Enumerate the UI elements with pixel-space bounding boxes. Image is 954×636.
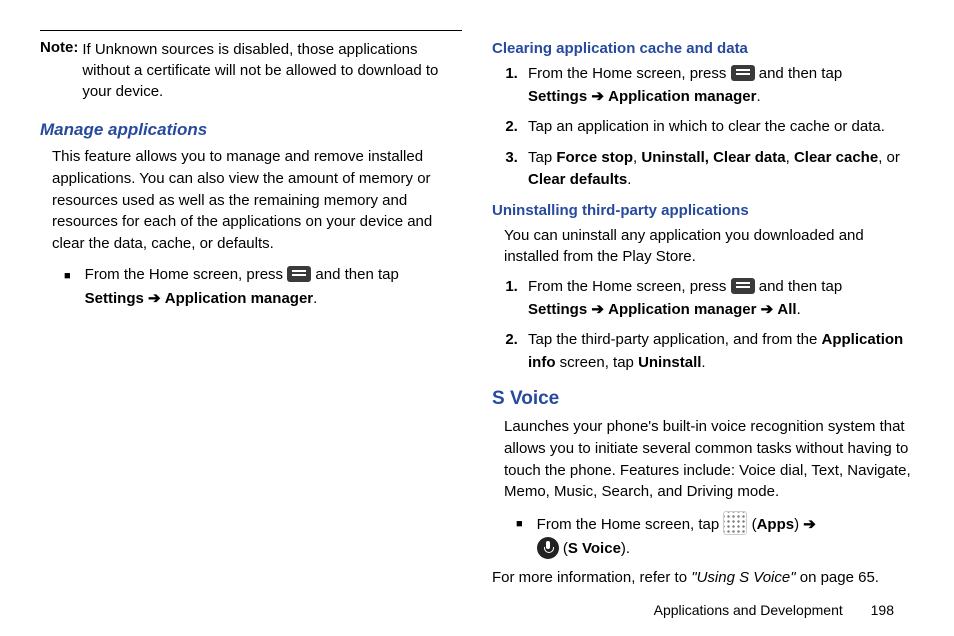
clear-step-3: Tap Force stop, Uninstall, Clear data, C… (522, 147, 914, 192)
page-number: 198 (871, 602, 894, 618)
right-column: Clearing application cache and data From… (492, 30, 914, 597)
menu-icon (287, 266, 311, 282)
mic-icon (537, 537, 559, 559)
clear-steps-list: From the Home screen, press and then tap… (522, 63, 914, 192)
page-footer: Applications and Development 198 (654, 602, 894, 618)
manage-step-bullet: ■ From the Home screen, press and then t… (64, 263, 462, 311)
menu-icon (731, 278, 755, 294)
heading-uninstall-third-party: Uninstalling third-party applications (492, 202, 914, 219)
left-column: Note: If Unknown sources is disabled, th… (40, 30, 462, 597)
note-label: Note: (40, 39, 78, 102)
manage-intro: This feature allows you to manage and re… (52, 146, 462, 255)
clear-step-2: Tap an application in which to clear the… (522, 116, 914, 139)
heading-s-voice: S Voice (492, 388, 914, 410)
uninstall-steps-list: From the Home screen, press and then tap… (522, 276, 914, 374)
divider (40, 30, 462, 31)
note-text: If Unknown sources is disabled, those ap… (82, 39, 462, 102)
bullet-icon: ■ (64, 268, 71, 286)
uninstall-step-2: Tap the third-party application, and fro… (522, 329, 914, 374)
heading-clearing-cache: Clearing application cache and data (492, 40, 914, 57)
more-info: For more information, refer to "Using S … (492, 567, 914, 589)
clear-step-1: From the Home screen, press and then tap… (522, 63, 914, 108)
bullet-icon: ■ (516, 516, 523, 534)
uninstall-step-1: From the Home screen, press and then tap… (522, 276, 914, 321)
apps-icon (723, 511, 747, 535)
heading-manage-applications: Manage applications (40, 120, 462, 140)
svoice-bullet: ■ From the Home screen, tap (Apps) ➔ (S … (516, 511, 914, 561)
footer-section: Applications and Development (654, 602, 843, 618)
uninstall-intro: You can uninstall any application you do… (504, 225, 914, 269)
svoice-intro: Launches your phone's built-in voice rec… (504, 416, 914, 503)
menu-icon (731, 65, 755, 81)
note-block: Note: If Unknown sources is disabled, th… (40, 39, 462, 102)
svoice-bullet-content: From the Home screen, tap (Apps) ➔ (S Vo… (537, 511, 816, 561)
bullet-content: From the Home screen, press and then tap… (85, 263, 399, 311)
